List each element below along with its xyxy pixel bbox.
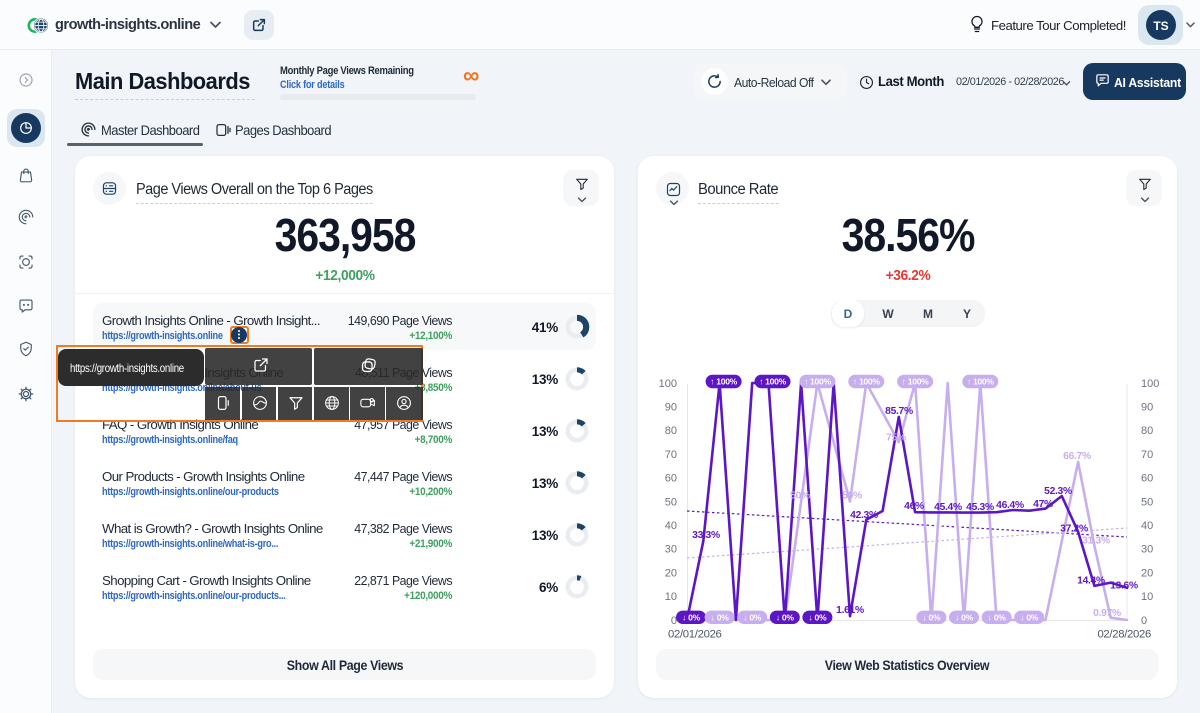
svg-text:30: 30: [1141, 544, 1153, 556]
svg-text:20: 20: [1141, 567, 1153, 579]
svg-text:14.4%: 14.4%: [1077, 576, 1105, 587]
svg-text:47%: 47%: [1033, 499, 1053, 510]
svg-text:1.61%: 1.61%: [836, 605, 864, 616]
svg-text:30: 30: [665, 544, 677, 556]
svg-text:42.3%: 42.3%: [850, 510, 878, 521]
svg-text:80: 80: [665, 425, 677, 437]
svg-text:75%: 75%: [886, 433, 906, 444]
svg-text:↓ 0%: ↓ 0%: [988, 613, 1007, 623]
svg-text:↓ 0%: ↓ 0%: [682, 613, 701, 623]
svg-text:02/01/2026: 02/01/2026: [668, 629, 722, 641]
svg-text:↓ 0%: ↓ 0%: [776, 613, 795, 623]
svg-text:50%: 50%: [842, 491, 862, 502]
svg-text:20: 20: [665, 567, 677, 579]
svg-text:60: 60: [1141, 473, 1153, 485]
svg-text:50%: 50%: [790, 491, 810, 502]
svg-text:13.6%: 13.6%: [1110, 581, 1138, 592]
svg-text:100: 100: [659, 378, 677, 390]
svg-text:↓ 0%: ↓ 0%: [743, 613, 762, 623]
svg-text:10: 10: [1141, 591, 1153, 603]
svg-text:46%: 46%: [904, 501, 924, 512]
svg-text:33.3%: 33.3%: [692, 530, 720, 541]
svg-text:52.3%: 52.3%: [1044, 486, 1072, 497]
svg-text:0: 0: [1141, 615, 1147, 627]
svg-text:90: 90: [665, 402, 677, 414]
svg-text:↓ 0%: ↓ 0%: [922, 613, 941, 623]
svg-text:↑ 100%: ↑ 100%: [804, 377, 832, 387]
svg-text:↑ 100%: ↑ 100%: [902, 377, 930, 387]
svg-text:↑ 100%: ↑ 100%: [710, 377, 738, 387]
svg-text:↑ 100%: ↑ 100%: [853, 377, 881, 387]
svg-text:↓ 0%: ↓ 0%: [808, 613, 827, 623]
svg-text:0: 0: [671, 615, 677, 627]
svg-text:66.7%: 66.7%: [1063, 451, 1091, 462]
svg-text:10: 10: [665, 591, 677, 603]
svg-text:02/28/2026: 02/28/2026: [1097, 629, 1151, 641]
svg-text:40: 40: [665, 520, 677, 532]
svg-text:0.97%: 0.97%: [1093, 608, 1121, 619]
svg-text:50: 50: [665, 496, 677, 508]
svg-text:46.4%: 46.4%: [996, 500, 1024, 511]
svg-text:70: 70: [1141, 449, 1153, 461]
svg-text:↓ 0%: ↓ 0%: [1020, 613, 1039, 623]
svg-text:↑ 100%: ↑ 100%: [759, 377, 787, 387]
svg-text:50: 50: [1141, 496, 1153, 508]
svg-text:↑ 100%: ↑ 100%: [967, 377, 995, 387]
svg-text:31.3%: 31.3%: [1082, 536, 1110, 547]
svg-text:40: 40: [1141, 520, 1153, 532]
svg-text:37.2%: 37.2%: [1060, 524, 1088, 535]
svg-text:60: 60: [665, 473, 677, 485]
svg-text:85.7%: 85.7%: [885, 406, 913, 417]
svg-text:80: 80: [1141, 425, 1153, 437]
svg-text:↓ 0%: ↓ 0%: [711, 613, 730, 623]
svg-text:90: 90: [1141, 402, 1153, 414]
svg-text:100: 100: [1141, 378, 1159, 390]
svg-text:45.3%: 45.3%: [966, 502, 994, 513]
svg-text:70: 70: [665, 449, 677, 461]
svg-text:↓ 0%: ↓ 0%: [955, 613, 974, 623]
svg-text:45.4%: 45.4%: [934, 502, 962, 513]
